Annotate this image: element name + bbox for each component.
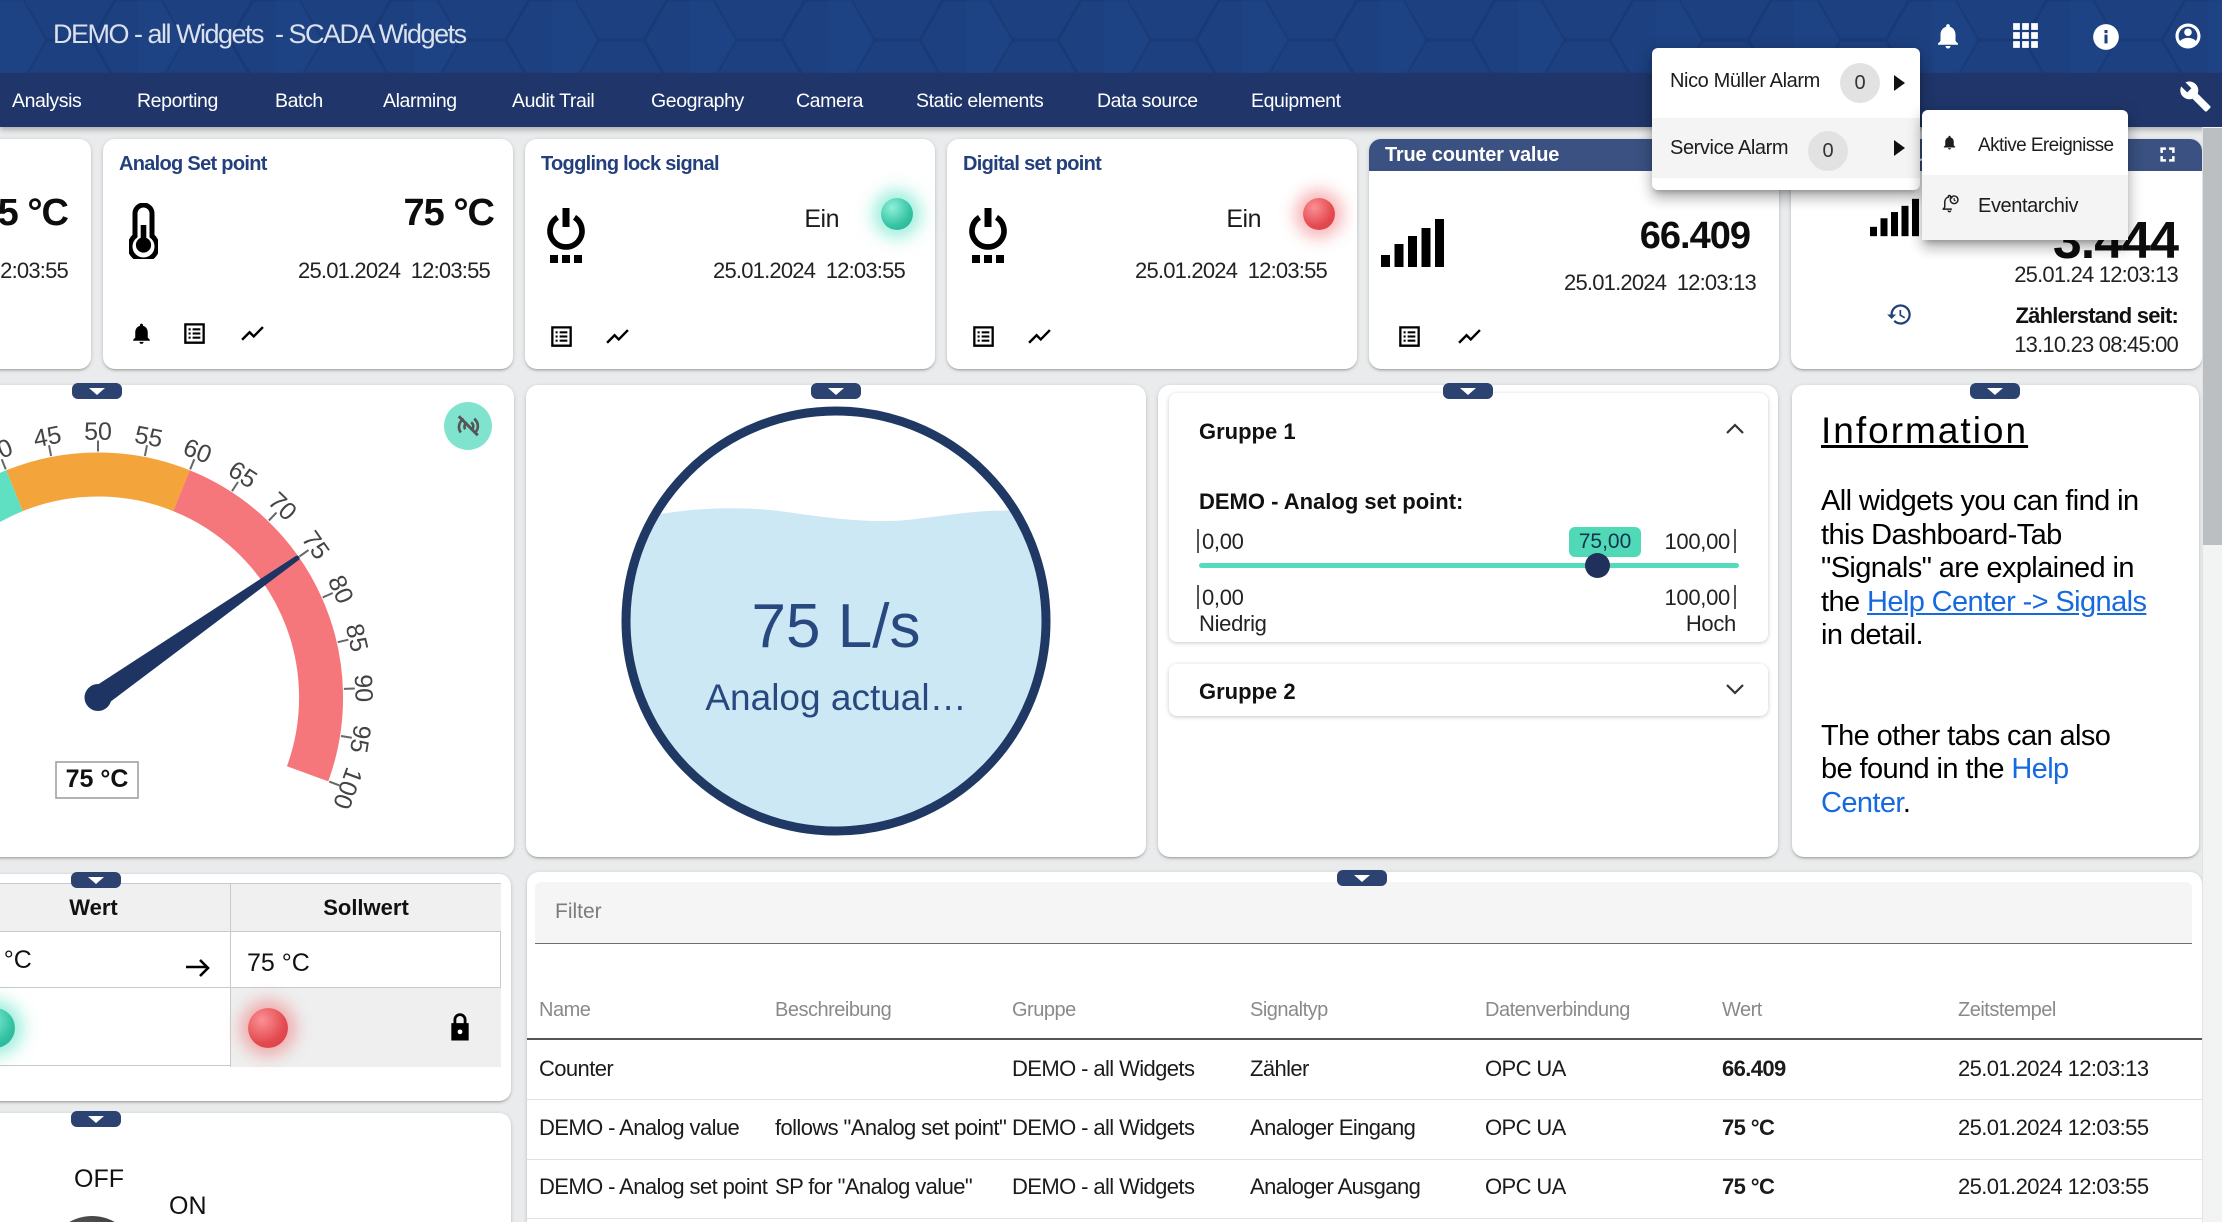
svg-text:75: 75 — [296, 526, 335, 565]
svg-text:95: 95 — [344, 723, 376, 755]
svg-text:75 °C: 75 °C — [66, 765, 129, 793]
svg-text:85: 85 — [340, 621, 374, 654]
svg-text:90: 90 — [349, 674, 378, 703]
svg-text:100: 100 — [327, 764, 368, 813]
svg-text:45: 45 — [31, 421, 64, 454]
svg-text:80: 80 — [322, 571, 359, 608]
svg-text:40: 40 — [0, 433, 17, 469]
svg-text:Analog actual…: Analog actual… — [705, 677, 966, 718]
svg-text:50: 50 — [84, 418, 112, 446]
svg-text:70: 70 — [263, 487, 302, 526]
svg-text:65: 65 — [223, 456, 262, 495]
svg-text:55: 55 — [132, 421, 165, 454]
svg-text:75 L/s: 75 L/s — [752, 592, 921, 661]
svg-text:60: 60 — [179, 433, 215, 469]
